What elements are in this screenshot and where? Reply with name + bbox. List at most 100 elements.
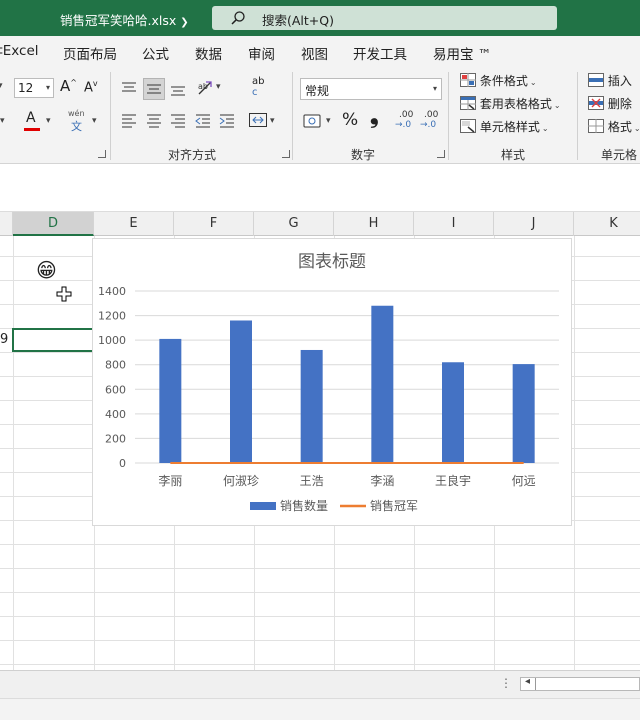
number-dialog-launcher-icon[interactable] [437, 150, 445, 158]
grid-line [0, 664, 640, 665]
svg-text:ab: ab [198, 82, 208, 91]
format-cells-label: 格式 [607, 120, 632, 134]
accounting-dropdown-arrow[interactable]: ▾ [326, 116, 331, 126]
decrease-indent-icon[interactable] [195, 112, 211, 128]
cell-cursor-icon [56, 286, 72, 302]
format-cells-button[interactable]: 格式 ⌄ [588, 118, 640, 135]
conditional-format-button[interactable]: 条件格式 ⌄ [460, 72, 537, 89]
percent-style-button[interactable]: % [342, 110, 358, 130]
tab-review[interactable]: 审阅 [248, 43, 275, 63]
column-header-e[interactable]: E [94, 212, 174, 236]
insert-cells-button[interactable]: 插入 [588, 72, 632, 89]
font-size-select[interactable]: 12 ▾ [14, 78, 54, 98]
decrease-decimal-button[interactable]: .00 →.0 [420, 110, 442, 132]
search-box[interactable]: 搜索(Alt+Q) [212, 6, 557, 30]
grow-font-button[interactable]: A^ [60, 77, 77, 95]
chevron-down-icon[interactable]: ❯ [180, 17, 188, 28]
font-color-button[interactable]: A [22, 110, 44, 132]
horizontal-scrollbar[interactable]: ◂ [520, 676, 640, 691]
font-size-value: 12 [18, 81, 34, 95]
tab-data[interactable]: 数据 [195, 43, 222, 63]
bar-1 [159, 338, 182, 463]
tab-view[interactable]: 视图 [301, 43, 328, 63]
chevron-down-icon: ⌄ [553, 101, 561, 110]
column-chart[interactable]: 图表标题 0 200 400 600 800 1000 1200 1400 李丽 何淑珍 王浩 李涵 王良… [92, 238, 572, 526]
tab-easy-tool[interactable]: 易用宝 ™ [433, 43, 491, 63]
legend-swatch-sales [250, 502, 276, 510]
tab-page-layout[interactable]: 页面布局 [63, 43, 117, 63]
divider [292, 72, 293, 160]
shrink-font-button[interactable]: Av [84, 79, 98, 95]
number-format-select[interactable]: 常规 ▾ [300, 78, 442, 100]
x-tick-label: 王良宇 [435, 473, 471, 488]
y-tick-label: 1000 [98, 334, 126, 347]
orientation-icon[interactable]: ab [196, 78, 216, 98]
search-icon [231, 11, 245, 25]
increase-decimal-button[interactable]: .00 →.0 [395, 110, 417, 132]
wrap-text-button[interactable]: ab c [248, 76, 272, 102]
phonetic-button[interactable]: wén 文 [66, 109, 90, 134]
font-shrink-letter: A [84, 80, 93, 96]
cell-styles-button[interactable]: 单元格样式 ⌄ [460, 118, 549, 135]
middle-align-icon[interactable] [146, 82, 162, 98]
y-tick-label: 1200 [98, 310, 126, 323]
phonetic-dropdown-arrow[interactable]: ▾ [92, 116, 97, 126]
align-center-icon[interactable] [146, 112, 162, 128]
align-right-icon[interactable] [170, 112, 186, 128]
scroll-splitter-icon[interactable]: ⋮ [500, 676, 512, 690]
top-align-icon[interactable] [121, 80, 137, 96]
x-tick-label: 李涵 [370, 473, 394, 488]
y-tick-label: 400 [105, 408, 126, 421]
legend-label-sales: 销售数量 [280, 498, 328, 513]
cell-c-value[interactable]: 9 [0, 332, 8, 347]
document-title[interactable]: 销售冠军笑哈哈.xlsx ❯ [60, 10, 189, 29]
column-header-j[interactable]: J [494, 212, 574, 236]
cell-styles-icon [460, 119, 476, 133]
orientation-dropdown-arrow[interactable]: ▾ [216, 82, 221, 92]
column-header-i[interactable]: I [414, 212, 494, 236]
column-header-partial[interactable] [0, 212, 13, 236]
merge-dropdown-arrow[interactable]: ▾ [270, 116, 275, 126]
scroll-left-icon[interactable]: ◂ [525, 676, 530, 687]
column-header-f[interactable]: F [174, 212, 254, 236]
border-dropdown-arrow[interactable]: ▾ [0, 116, 5, 126]
grid-line [0, 568, 640, 569]
chevron-down-icon: ▾ [45, 83, 50, 92]
conditional-format-label: 条件格式 [479, 74, 528, 88]
format-cells-icon [588, 119, 604, 133]
column-header-d[interactable]: D [13, 212, 94, 236]
column-header-k[interactable]: K [574, 212, 640, 236]
font-color-dropdown-arrow[interactable]: ▾ [46, 116, 51, 126]
increase-indent-icon[interactable] [219, 112, 235, 128]
alignment-dialog-launcher-icon[interactable] [282, 150, 290, 158]
bottom-align-icon[interactable] [170, 82, 186, 98]
decrease-decimal-top: .00 [424, 110, 439, 120]
comma-style-button[interactable]: ❟ [370, 104, 379, 129]
sheet-tab-bar: ⋮ ◂ [0, 670, 640, 698]
delete-cells-button[interactable]: 删除 [588, 95, 632, 112]
scroll-divider [535, 678, 536, 690]
number-group-label: 数字 [351, 148, 376, 162]
tab-formulas[interactable]: 公式 [142, 43, 169, 63]
y-tick-label: 800 [105, 359, 126, 372]
decrease-decimal-icon: →.0 [420, 120, 437, 130]
format-as-table-button[interactable]: 套用表格格式 ⌄ [460, 95, 561, 112]
chevron-down-icon: ⌄ [529, 78, 537, 87]
insert-cells-label: 插入 [607, 74, 632, 88]
tab-developer[interactable]: 开发工具 [353, 43, 407, 63]
merge-center-icon[interactable] [248, 110, 268, 130]
font-name-dropdown-arrow[interactable]: ▾ [0, 81, 3, 91]
active-cell-d[interactable] [12, 328, 94, 352]
column-header-g[interactable]: G [254, 212, 334, 236]
grid-line [0, 616, 640, 617]
align-left-icon[interactable] [121, 112, 137, 128]
column-header-h[interactable]: H [334, 212, 414, 236]
status-bar [0, 698, 640, 720]
number-format-value: 常规 [305, 84, 330, 98]
divider [448, 72, 449, 160]
tab-excel[interactable]: ‡Excel [0, 43, 39, 59]
cell-styles-label: 单元格样式 [479, 120, 540, 134]
font-dialog-launcher-icon[interactable] [98, 150, 106, 158]
accounting-format-icon[interactable] [302, 110, 324, 132]
x-tick-label: 何淑珍 [223, 474, 259, 488]
